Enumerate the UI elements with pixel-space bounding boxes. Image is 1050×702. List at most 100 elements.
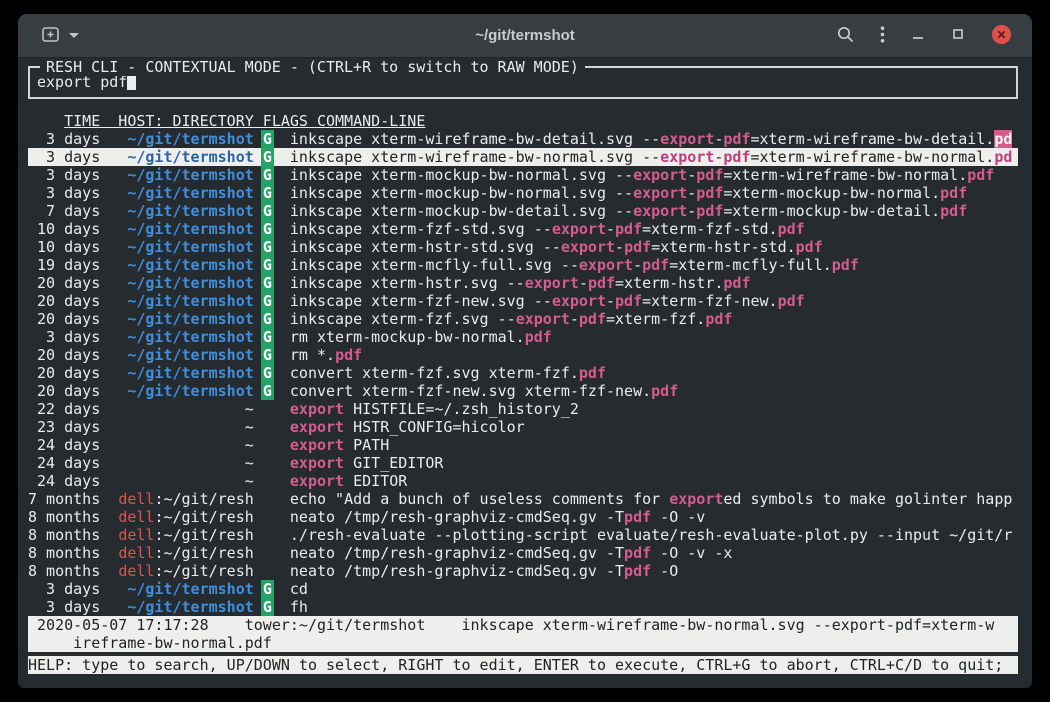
history-row[interactable]: 8 months dell:~/git/resh neato /tmp/resh… — [28, 544, 1018, 562]
search-match: pdf — [525, 328, 552, 346]
history-row[interactable]: 10 days ~/git/termshot G inkscape xterm-… — [28, 238, 1018, 256]
row-host: ~/git/termshot — [109, 292, 263, 310]
history-row[interactable]: 20 days ~/git/termshot G inkscape xterm-… — [28, 274, 1018, 292]
row-time: 10 days — [28, 238, 109, 256]
history-row[interactable]: 23 days ~ export HSTR_CONFIG=hicolor — [28, 418, 1018, 436]
search-match: pdf — [615, 292, 642, 310]
search-match: export — [290, 436, 344, 454]
search-match: export — [669, 490, 723, 508]
detail-line-2: ireframe-bw-normal.pdf — [28, 634, 1018, 652]
row-command: export HISTFILE=~/.zsh_history_2 — [290, 400, 579, 418]
history-row[interactable]: 3 days ~/git/termshot G fh — [28, 598, 1018, 616]
history-row[interactable]: 24 days ~ export PATH — [28, 436, 1018, 454]
row-git-flag: G — [261, 346, 274, 364]
row-git-flag: G — [261, 130, 274, 148]
minimize-button[interactable] — [911, 27, 925, 44]
row-command: export EDITOR — [290, 472, 407, 490]
tab-dropdown-button[interactable] — [69, 33, 79, 38]
row-command: inkscape xterm-mockup-bw-normal.svg --ex… — [290, 166, 994, 184]
search-match: pdf — [615, 220, 642, 238]
history-row[interactable]: 3 days ~/git/termshot G cd — [28, 580, 1018, 598]
row-command: inkscape xterm-mcfly-full.svg --export-p… — [290, 256, 859, 274]
row-host: ~/git/termshot — [109, 256, 263, 274]
row-host: ~/git/termshot — [109, 346, 263, 364]
search-button[interactable] — [837, 26, 854, 46]
row-host: ~/git/termshot — [109, 328, 263, 346]
row-command: inkscape xterm-hstr.svg --export-pdf=xte… — [290, 274, 751, 292]
row-host: ~/git/termshot — [109, 202, 263, 220]
search-match: export — [552, 292, 606, 310]
history-row[interactable]: 24 days ~ export EDITOR — [28, 472, 1018, 490]
row-time: 3 days — [28, 184, 109, 202]
row-time: 7 days — [28, 202, 109, 220]
history-row[interactable]: 3 days ~/git/termshot G inkscape xterm-w… — [28, 148, 1018, 166]
search-match: pdf — [624, 508, 651, 526]
row-host: dell:~/git/resh — [109, 490, 263, 508]
search-match: pdf — [796, 238, 823, 256]
row-time: 8 months — [28, 544, 109, 562]
terminal-window: ~/git/termshot — [18, 14, 1032, 688]
search-match: export — [552, 220, 606, 238]
history-row[interactable]: 7 months dell:~/git/resh echo "Add a bun… — [28, 490, 1018, 508]
search-match: pdf — [705, 310, 732, 328]
row-time: 20 days — [28, 364, 109, 382]
history-row[interactable]: 19 days ~/git/termshot G inkscape xterm-… — [28, 256, 1018, 274]
row-command: export HSTR_CONFIG=hicolor — [290, 418, 525, 436]
search-match: pdf — [651, 382, 678, 400]
search-match: export — [633, 184, 687, 202]
row-git-flag: G — [261, 202, 274, 220]
titlebar[interactable]: ~/git/termshot — [18, 14, 1032, 58]
search-match: pdf — [940, 202, 967, 220]
history-row[interactable]: 20 days ~/git/termshot G rm *.pdf — [28, 346, 1018, 364]
history-row[interactable]: 20 days ~/git/termshot G inkscape xterm-… — [28, 310, 1018, 328]
menu-button[interactable] — [880, 26, 885, 46]
row-command: inkscape xterm-mockup-bw-normal.svg --ex… — [290, 184, 967, 202]
row-host: dell:~/git/resh — [109, 562, 263, 580]
row-command: export GIT_EDITOR — [290, 454, 444, 472]
search-match: export — [290, 472, 344, 490]
close-button[interactable] — [991, 24, 1012, 48]
history-rows: 3 days ~/git/termshot G inkscape xterm-w… — [28, 130, 1018, 616]
row-command: neato /tmp/resh-graphviz-cmdSeq.gv -Tpdf… — [290, 508, 705, 526]
row-host: ~ — [109, 436, 263, 454]
history-row[interactable]: 3 days ~/git/termshot G inkscape xterm-m… — [28, 184, 1018, 202]
search-match: pdf — [696, 184, 723, 202]
history-row[interactable]: 8 months dell:~/git/resh neato /tmp/resh… — [28, 562, 1018, 580]
history-row[interactable]: 3 days ~/git/termshot G inkscape xterm-m… — [28, 166, 1018, 184]
text-cursor-icon — [127, 74, 136, 90]
menu-kebab-icon — [880, 26, 885, 46]
history-row[interactable]: 24 days ~ export GIT_EDITOR — [28, 454, 1018, 472]
row-time: 8 months — [28, 526, 109, 544]
row-git-flag: G — [261, 238, 274, 256]
restore-button[interactable] — [951, 27, 965, 44]
history-row[interactable]: 8 months dell:~/git/resh neato /tmp/resh… — [28, 508, 1018, 526]
row-time: 24 days — [28, 454, 109, 472]
row-time: 3 days — [28, 598, 109, 616]
history-row[interactable]: 3 days ~/git/termshot G inkscape xterm-w… — [28, 130, 1018, 148]
new-tab-button[interactable] — [42, 27, 59, 45]
row-host: ~/git/termshot — [109, 220, 263, 238]
row-time: 7 months — [28, 490, 109, 508]
history-row[interactable]: 20 days ~/git/termshot G convert xterm-f… — [28, 364, 1018, 382]
history-row[interactable]: 20 days ~/git/termshot G inkscape xterm-… — [28, 292, 1018, 310]
row-host: ~ — [109, 454, 263, 472]
search-match: pdf — [723, 274, 750, 292]
row-git-flag: G — [261, 166, 274, 184]
history-row[interactable]: 8 months dell:~/git/resh ./resh-evaluate… — [28, 526, 1018, 544]
search-match: pdf — [832, 256, 859, 274]
search-match: export — [516, 310, 570, 328]
minimize-icon — [911, 27, 925, 44]
row-time: 3 days — [28, 166, 109, 184]
table-header-text: TIME HOST: DIRECTORY FLAGS COMMAND-LINE — [64, 112, 425, 130]
history-row[interactable]: 7 days ~/git/termshot G inkscape xterm-m… — [28, 202, 1018, 220]
history-row[interactable]: 22 days ~ export HISTFILE=~/.zsh_history… — [28, 400, 1018, 418]
row-command: neato /tmp/resh-graphviz-cmdSeq.gv -Tpdf… — [290, 544, 733, 562]
history-row[interactable]: 10 days ~/git/termshot G inkscape xterm-… — [28, 220, 1018, 238]
row-command: neato /tmp/resh-graphviz-cmdSeq.gv -Tpdf… — [290, 562, 678, 580]
history-row[interactable]: 20 days ~/git/termshot G convert xterm-f… — [28, 382, 1018, 400]
search-match: export — [561, 238, 615, 256]
resh-mode-title: RESH CLI - CONTEXTUAL MODE - (CTRL+R to … — [40, 58, 585, 76]
search-match: pdf — [624, 238, 651, 256]
history-row[interactable]: 3 days ~/git/termshot G rm xterm-mockup-… — [28, 328, 1018, 346]
row-command: inkscape xterm-fzf-std.svg --export-pdf=… — [290, 220, 805, 238]
